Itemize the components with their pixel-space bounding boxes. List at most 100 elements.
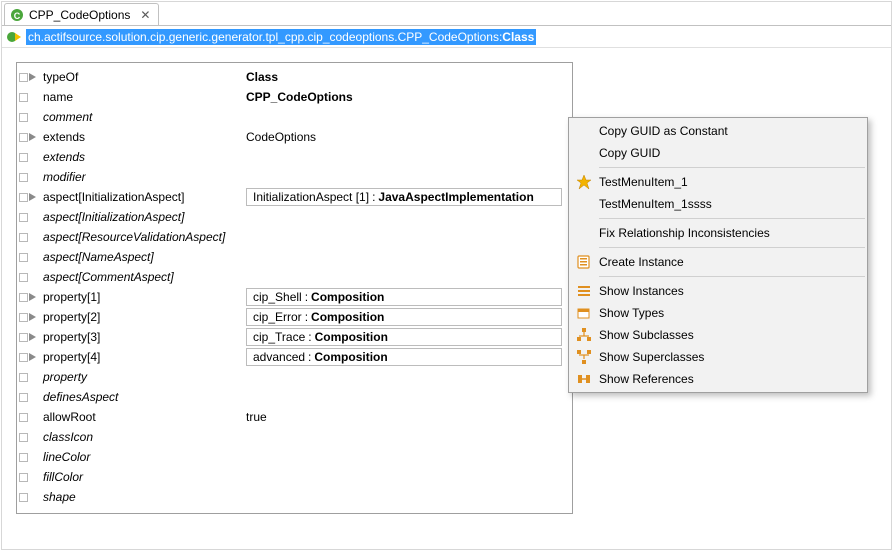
prop-value-box[interactable]: cip_Shell:Composition [246, 288, 562, 306]
tab-bar: C CPP_CodeOptions ✕ [2, 2, 891, 26]
expand-icon[interactable] [19, 213, 28, 222]
row-name[interactable]: name CPP_CodeOptions [17, 87, 572, 107]
row-property-4[interactable]: property[4] advanced:Composition [17, 347, 572, 367]
breadcrumb-path[interactable]: ch.actifsource.solution.cip.generic.gene… [26, 29, 536, 45]
row-aspect-name[interactable]: aspect[NameAspect] [17, 247, 572, 267]
row-modifier[interactable]: modifier [17, 167, 572, 187]
row-property-1[interactable]: property[1] cip_Shell:Composition [17, 287, 572, 307]
prop-label: name [41, 90, 246, 104]
row-property-3[interactable]: property[3] cip_Trace:Composition [17, 327, 572, 347]
menu-separator [599, 167, 865, 168]
expand-icon[interactable] [19, 433, 28, 442]
expand-icon[interactable] [19, 453, 28, 462]
row-property-empty[interactable]: property [17, 367, 572, 387]
menu-copy-guid[interactable]: Copy GUID [569, 142, 867, 164]
prop-label: aspect[InitializationAspect] [41, 210, 246, 224]
prop-label: property[4] [41, 350, 246, 364]
prop-value-box[interactable]: cip_Error:Composition [246, 308, 562, 326]
row-shape[interactable]: shape [17, 487, 572, 507]
close-icon[interactable]: ✕ [140, 9, 150, 21]
expand-icon[interactable] [19, 413, 28, 422]
expand-icon[interactable] [19, 133, 28, 142]
prop-label: modifier [41, 170, 246, 184]
row-typeof[interactable]: typeOf Class [17, 67, 572, 87]
menu-show-subclasses[interactable]: Show Subclasses [569, 324, 867, 346]
menu-testmenuitem-1[interactable]: TestMenuItem_1 [569, 171, 867, 193]
row-aspect-comment[interactable]: aspect[CommentAspect] [17, 267, 572, 287]
show-references-icon [569, 371, 599, 387]
prop-label: comment [41, 110, 246, 124]
expand-icon[interactable] [19, 293, 28, 302]
goto-icon[interactable] [6, 29, 22, 45]
prop-value[interactable]: Class [246, 70, 566, 84]
expand-icon[interactable] [19, 253, 28, 262]
expand-icon[interactable] [19, 73, 28, 82]
row-class-icon[interactable]: classIcon [17, 427, 572, 447]
menu-copy-guid-constant[interactable]: Copy GUID as Constant [569, 120, 867, 142]
expand-icon[interactable] [19, 113, 28, 122]
row-allow-root[interactable]: allowRoot true [17, 407, 572, 427]
prop-label: lineColor [41, 450, 246, 464]
create-instance-icon [569, 254, 599, 270]
expand-icon[interactable] [19, 333, 28, 342]
row-extends[interactable]: extends CodeOptions [17, 127, 572, 147]
row-line-color[interactable]: lineColor [17, 447, 572, 467]
prop-label: aspect[InitializationAspect] [41, 190, 246, 204]
prop-label: aspect[ResourceValidationAspect] [41, 230, 246, 244]
row-fill-color[interactable]: fillColor [17, 467, 572, 487]
expand-icon[interactable] [19, 153, 28, 162]
expand-icon[interactable] [19, 193, 28, 202]
menu-show-references[interactable]: Show References [569, 368, 867, 390]
expand-icon[interactable] [19, 373, 28, 382]
menu-testmenuitem-1ssss[interactable]: TestMenuItem_1ssss [569, 193, 867, 215]
prop-label: classIcon [41, 430, 246, 444]
breadcrumb: ch.actifsource.solution.cip.generic.gene… [2, 26, 891, 48]
show-instances-icon [569, 283, 599, 299]
arrow-icon [29, 73, 36, 81]
menu-show-superclasses[interactable]: Show Superclasses [569, 346, 867, 368]
show-superclasses-icon [569, 349, 599, 365]
prop-value[interactable]: true [246, 410, 566, 424]
expand-icon[interactable] [19, 473, 28, 482]
expand-icon[interactable] [19, 493, 28, 502]
context-menu: Copy GUID as Constant Copy GUID TestMenu… [568, 117, 868, 393]
prop-label: shape [41, 490, 246, 504]
prop-value-box[interactable]: advanced:Composition [246, 348, 562, 366]
arrow-icon [29, 313, 36, 321]
menu-show-instances[interactable]: Show Instances [569, 280, 867, 302]
expand-icon[interactable] [19, 313, 28, 322]
editor-tab[interactable]: C CPP_CodeOptions ✕ [4, 3, 159, 25]
expand-icon[interactable] [19, 173, 28, 182]
prop-value-box[interactable]: InitializationAspect [1]:JavaAspectImple… [246, 188, 562, 206]
expand-icon[interactable] [19, 273, 28, 282]
expand-icon[interactable] [19, 393, 28, 402]
arrow-icon [29, 293, 36, 301]
show-types-icon [569, 305, 599, 321]
prop-label: typeOf [41, 70, 246, 84]
row-aspect-validation[interactable]: aspect[ResourceValidationAspect] [17, 227, 572, 247]
menu-create-instance[interactable]: Create Instance [569, 251, 867, 273]
prop-value[interactable]: CPP_CodeOptions [246, 90, 566, 104]
expand-icon[interactable] [19, 233, 28, 242]
prop-label: aspect[NameAspect] [41, 250, 246, 264]
row-aspect-init[interactable]: aspect[InitializationAspect] Initializat… [17, 187, 572, 207]
row-comment[interactable]: comment [17, 107, 572, 127]
prop-label: property[1] [41, 290, 246, 304]
prop-label: aspect[CommentAspect] [41, 270, 246, 284]
row-defines-aspect[interactable]: definesAspect [17, 387, 572, 407]
row-property-2[interactable]: property[2] cip_Error:Composition [17, 307, 572, 327]
prop-value[interactable]: CodeOptions [246, 130, 566, 144]
expand-icon[interactable] [19, 353, 28, 362]
prop-value-box[interactable]: cip_Trace:Composition [246, 328, 562, 346]
row-aspect-init-empty[interactable]: aspect[InitializationAspect] [17, 207, 572, 227]
prop-label: extends [41, 150, 246, 164]
arrow-icon [29, 193, 36, 201]
menu-show-types[interactable]: Show Types [569, 302, 867, 324]
row-extends-empty[interactable]: extends [17, 147, 572, 167]
prop-label: property [41, 370, 246, 384]
svg-text:C: C [14, 11, 21, 21]
prop-label: property[2] [41, 310, 246, 324]
expand-icon[interactable] [19, 93, 28, 102]
menu-fix-relationship[interactable]: Fix Relationship Inconsistencies [569, 222, 867, 244]
star-icon [569, 174, 599, 190]
